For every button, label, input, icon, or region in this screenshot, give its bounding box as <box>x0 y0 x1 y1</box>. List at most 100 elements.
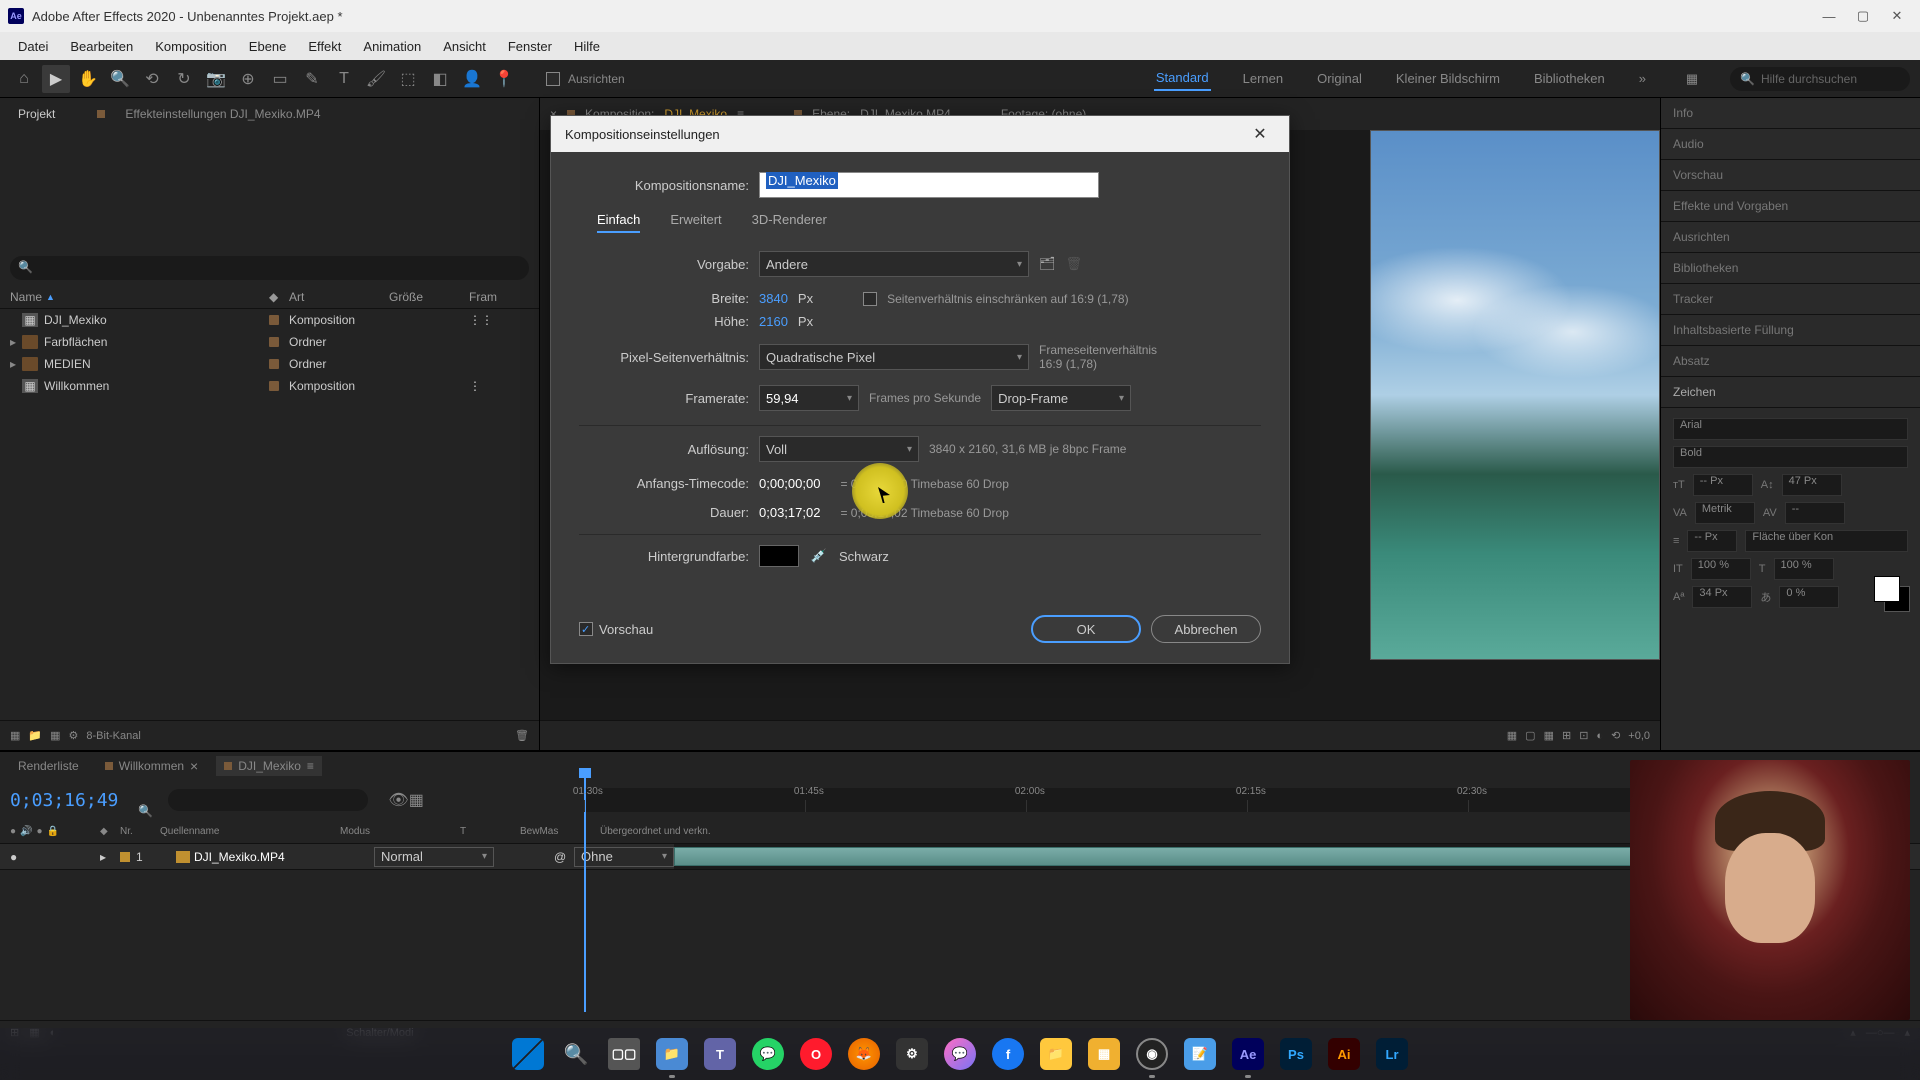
menu-window[interactable]: Fenster <box>498 36 562 57</box>
workspace-small[interactable]: Kleiner Bildschirm <box>1394 67 1502 90</box>
panel-tracker[interactable]: Tracker <box>1661 284 1920 315</box>
app-icon[interactable]: ⚙ <box>892 1034 932 1074</box>
teams-icon[interactable]: T <box>700 1034 740 1074</box>
height-value[interactable]: 2160 <box>759 314 788 329</box>
panel-paragraph[interactable]: Absatz <box>1661 346 1920 377</box>
menu-composition[interactable]: Komposition <box>145 36 237 57</box>
kerning-select[interactable]: Metrik <box>1695 502 1755 524</box>
app2-icon[interactable]: ▦ <box>1084 1034 1124 1074</box>
roto-tool-icon[interactable]: 👤 <box>458 65 486 93</box>
project-row-folder[interactable]: ▸ MEDIEN Ordner <box>0 353 539 375</box>
tab-renderlist[interactable]: Renderliste <box>10 756 87 776</box>
audio-column-icon[interactable]: 🔊 <box>20 826 32 837</box>
snap-checkbox[interactable] <box>546 72 560 86</box>
col-type-label[interactable]: Art <box>289 290 389 304</box>
start-tc-value[interactable]: 0;00;00;00 <box>759 476 820 491</box>
delete-preset-icon[interactable]: 🗑 <box>1066 256 1083 272</box>
panel-libraries[interactable]: Bibliotheken <box>1661 253 1920 284</box>
anchor-tool-icon[interactable]: ⊕ <box>234 65 262 93</box>
illustrator-icon[interactable]: Ai <box>1324 1034 1364 1074</box>
panel-content-aware[interactable]: Inhaltsbasierte Füllung <box>1661 315 1920 346</box>
notepad-icon[interactable]: 📝 <box>1180 1034 1220 1074</box>
bg-color-swatch[interactable] <box>759 545 799 567</box>
preset-select[interactable]: Andere▾ <box>759 251 1029 277</box>
drop-frame-select[interactable]: Drop-Frame▾ <box>991 385 1131 411</box>
preview-checkbox[interactable] <box>579 622 593 636</box>
project-tab[interactable]: Projekt <box>10 103 63 125</box>
help-search[interactable]: 🔍 Hilfe durchsuchen <box>1730 67 1910 91</box>
panel-preview[interactable]: Vorschau <box>1661 160 1920 191</box>
panel-character[interactable]: Zeichen <box>1661 377 1920 408</box>
guides-icon[interactable]: ⊡ <box>1579 729 1588 742</box>
fill-over-stroke-select[interactable]: Fläche über Kon <box>1745 530 1908 552</box>
whatsapp-icon[interactable]: 💬 <box>748 1034 788 1074</box>
photoshop-icon[interactable]: Ps <box>1276 1034 1316 1074</box>
font-family-select[interactable]: Arial <box>1673 418 1908 440</box>
width-value[interactable]: 3840 <box>759 291 788 306</box>
menu-file[interactable]: Datei <box>8 36 58 57</box>
trash-icon[interactable]: 🗑 <box>515 729 529 742</box>
workspace-more-icon[interactable]: » <box>1637 67 1648 90</box>
orbit-tool-icon[interactable]: ⟲ <box>138 65 166 93</box>
ok-button[interactable]: OK <box>1031 615 1141 643</box>
color-swatches[interactable] <box>1874 576 1900 602</box>
workspace-menu-icon[interactable]: ▦ <box>1678 65 1706 93</box>
panel-effects[interactable]: Effekte und Vorgaben <box>1661 191 1920 222</box>
switches-icon[interactable]: ▦ <box>409 790 424 810</box>
home-icon[interactable]: ⌂ <box>10 65 38 93</box>
maximize-button[interactable]: ▢ <box>1856 9 1870 23</box>
tsume-input[interactable]: 0 % <box>1779 586 1839 608</box>
eye-column-icon[interactable]: ● <box>10 826 16 837</box>
start-button[interactable] <box>508 1034 548 1074</box>
duration-value[interactable]: 0;03;17;02 <box>759 505 820 520</box>
dialog-close-button[interactable]: ✕ <box>1245 124 1275 144</box>
eyedropper-icon[interactable]: 💉 <box>809 546 829 566</box>
project-row-comp[interactable]: ▦ DJI_Mexiko Komposition ⋮⋮ <box>0 309 539 331</box>
eraser-tool-icon[interactable]: ◧ <box>426 65 454 93</box>
project-row-folder[interactable]: ▸ Farbflächen Ordner <box>0 331 539 353</box>
tab-basic[interactable]: Einfach <box>597 212 640 233</box>
toggle-alpha-icon[interactable]: ▦ <box>1507 729 1517 742</box>
blend-mode-select[interactable]: Normal▾ <box>374 847 494 867</box>
timeline-search[interactable] <box>168 789 368 811</box>
vscale-input[interactable]: 100 % <box>1691 558 1751 580</box>
project-row-comp[interactable]: ▦ Willkommen Komposition ⋮ <box>0 375 539 397</box>
reset-exposure-icon[interactable]: ⟲ <box>1611 729 1620 742</box>
menu-view[interactable]: Ansicht <box>433 36 496 57</box>
grid-icon[interactable]: ⊞ <box>1562 729 1571 742</box>
region-icon[interactable]: ▦ <box>1544 729 1554 742</box>
menu-help[interactable]: Hilfe <box>564 36 610 57</box>
hand-tool-icon[interactable]: ✋ <box>74 65 102 93</box>
menu-edit[interactable]: Bearbeiten <box>60 36 143 57</box>
new-folder-icon[interactable]: 📁 <box>28 729 42 742</box>
firefox-icon[interactable]: 🦊 <box>844 1034 884 1074</box>
after-effects-icon[interactable]: Ae <box>1228 1034 1268 1074</box>
tab-composition[interactable]: DJI_Mexiko≡ <box>216 756 322 776</box>
close-icon[interactable]: × <box>190 758 198 774</box>
save-preset-icon[interactable]: 🗂 <box>1039 256 1056 272</box>
task-view-button[interactable]: ▢▢ <box>604 1034 644 1074</box>
workspace-learn[interactable]: Lernen <box>1241 67 1285 90</box>
col-name-label[interactable]: Name <box>10 290 42 304</box>
close-button[interactable]: ✕ <box>1890 9 1904 23</box>
shy-icon[interactable]: 👁 <box>388 790 408 810</box>
opera-icon[interactable]: O <box>796 1034 836 1074</box>
zoom-tool-icon[interactable]: 🔍 <box>106 65 134 93</box>
bitdepth-label[interactable]: 8-Bit-Kanal <box>86 730 140 742</box>
brush-tool-icon[interactable]: 🖌 <box>362 65 390 93</box>
lock-aspect-checkbox[interactable] <box>863 292 877 306</box>
col-size-label[interactable]: Größe <box>389 290 469 304</box>
col-framerate-label[interactable]: Fram <box>469 290 529 304</box>
workspace-standard[interactable]: Standard <box>1154 66 1211 91</box>
effect-settings-tab[interactable]: Effekteinstellungen DJI_Mexiko.MP4 <box>117 103 328 125</box>
tracking-input[interactable]: -- <box>1785 502 1845 524</box>
cancel-button[interactable]: Abbrechen <box>1151 615 1261 643</box>
framerate-select[interactable]: 59,94▾ <box>759 385 859 411</box>
menu-effect[interactable]: Effekt <box>298 36 351 57</box>
workspace-libraries[interactable]: Bibliotheken <box>1532 67 1607 90</box>
explorer-icon[interactable]: 📁 <box>652 1034 692 1074</box>
tab-welcome[interactable]: Willkommen× <box>97 755 207 777</box>
obs-icon[interactable]: ◉ <box>1132 1034 1172 1074</box>
panel-align[interactable]: Ausrichten <box>1661 222 1920 253</box>
solo-column-icon[interactable]: ● <box>37 826 43 837</box>
